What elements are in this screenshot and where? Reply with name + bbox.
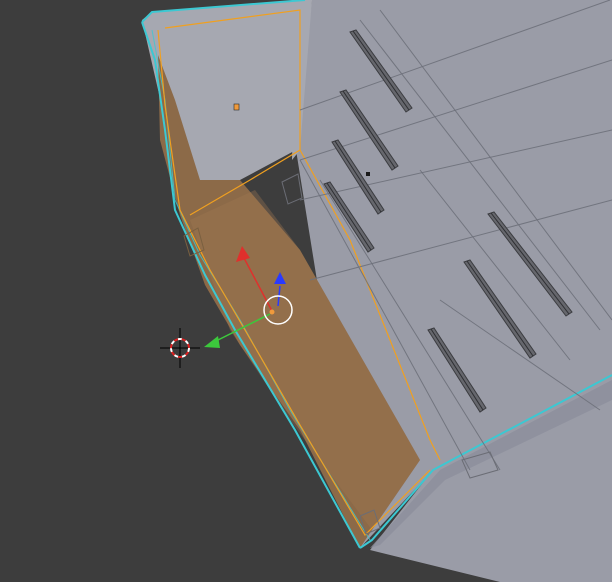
vertex-dot (366, 172, 370, 176)
viewport-canvas[interactable] (0, 0, 612, 582)
pivot-point (269, 309, 275, 315)
corner-bracket-top (281, 173, 303, 205)
cabinet-mesh[interactable] (141, 0, 612, 582)
gizmo-y-arrow[interactable] (204, 336, 220, 348)
3d-cursor[interactable] (160, 328, 200, 368)
selected-vertex[interactable] (233, 103, 240, 111)
3d-viewport[interactable] (0, 0, 612, 582)
